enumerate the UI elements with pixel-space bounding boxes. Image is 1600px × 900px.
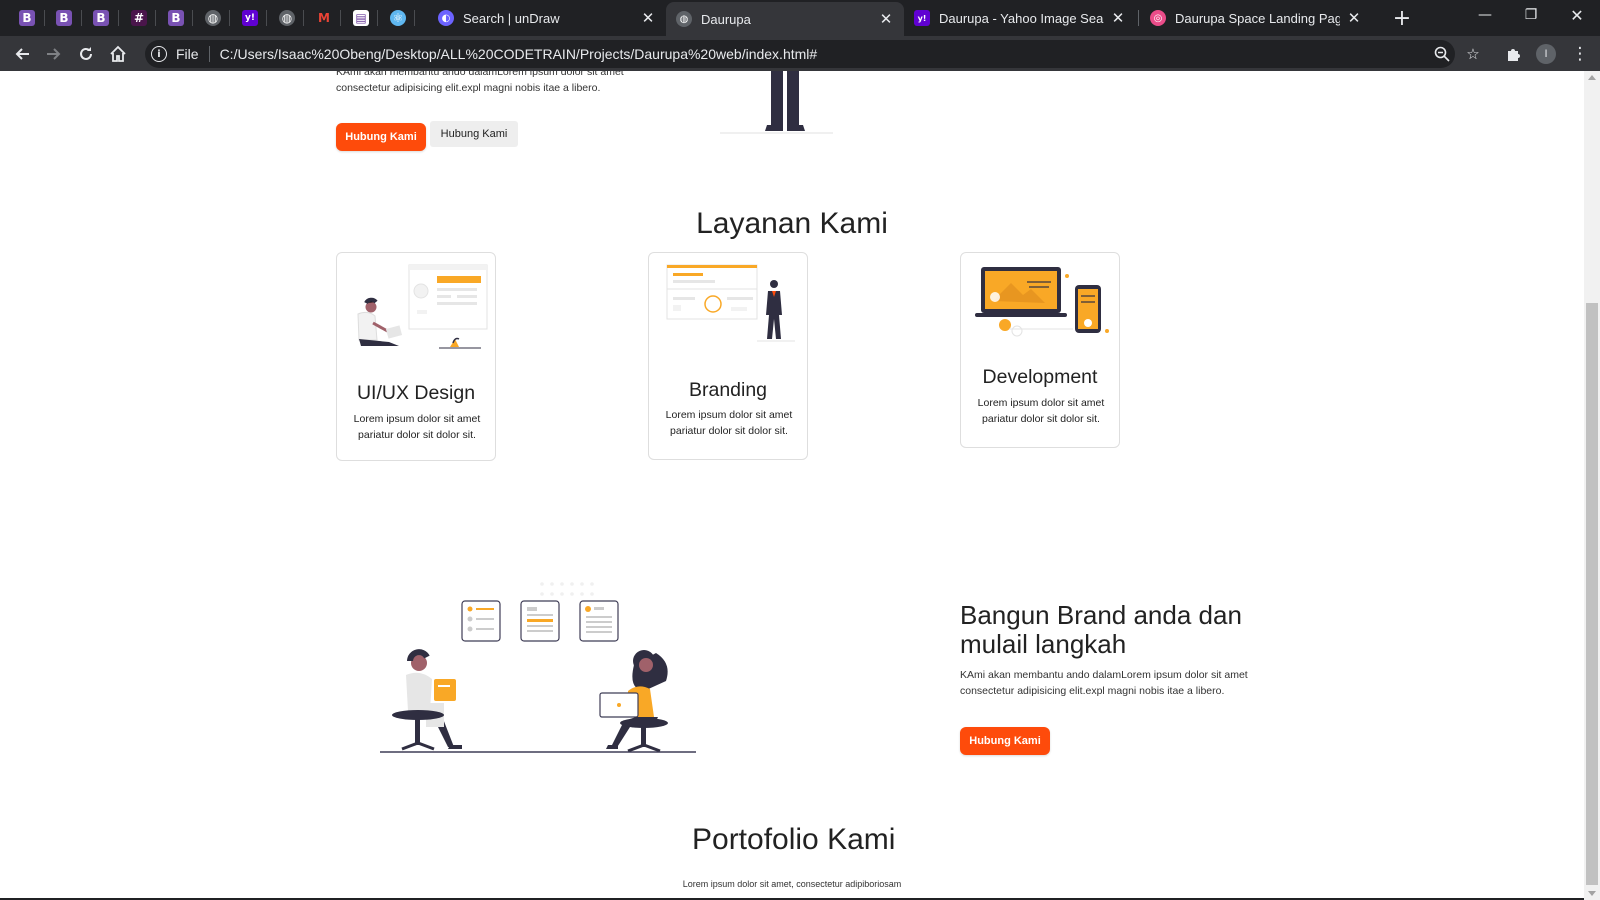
home-icon	[110, 45, 126, 62]
brand-description: KAmi akan membantu ando dalamLorem ipsum…	[960, 669, 1248, 697]
close-window-button[interactable]: ✕	[1554, 0, 1600, 30]
browser-toolbar: i File C:/Users/Isaac%20Obeng/Desktop/AL…	[0, 36, 1600, 71]
tab-title: Daurupa	[701, 11, 751, 27]
pinned-tab-bootstrap-4[interactable]: B	[165, 7, 187, 29]
hero-contact-button[interactable]: Hubung Kami	[336, 123, 426, 151]
menu-kebab-icon[interactable]: ⋮	[1566, 40, 1594, 68]
url-scheme: File	[176, 46, 199, 62]
arrow-right-icon	[47, 48, 61, 60]
arrow-left-icon	[15, 48, 29, 60]
team-meeting-illustration	[380, 582, 696, 753]
page-scrollbar[interactable]	[1584, 71, 1600, 900]
tab-title: Daurupa - Yahoo Image Search R	[939, 10, 1104, 26]
forward-button[interactable]	[40, 40, 68, 68]
service-card-development[interactable]: Development Lorem ipsum dolor sit amet p…	[960, 252, 1120, 448]
pinned-tab-bootstrap-2[interactable]: B	[53, 7, 75, 29]
bookmark-star-icon[interactable]: ☆	[1459, 40, 1487, 68]
yahoo-icon: y!	[242, 10, 258, 26]
tab-yahoo-image-search[interactable]: y! Daurupa - Yahoo Image Search R ✕	[904, 0, 1136, 36]
back-button[interactable]	[8, 40, 36, 68]
hero-description: KAmi akan membantu ando dalamLorem ipsum…	[336, 71, 624, 94]
services-title: Layanan Kami	[696, 207, 888, 240]
yahoo-icon: y!	[914, 10, 930, 26]
development-illustration	[975, 267, 1109, 337]
pinned-tab-bootstrap-3[interactable]: B	[90, 7, 112, 29]
brand-contact-button[interactable]: Hubung Kami	[960, 727, 1050, 755]
zoom-icon[interactable]	[1428, 40, 1456, 68]
pinned-tab-react[interactable]: ⚛	[387, 7, 409, 29]
close-tab-icon[interactable]: ✕	[1110, 9, 1126, 27]
bootstrap-icon: B	[19, 10, 35, 26]
scroll-down-arrow-icon[interactable]	[1588, 891, 1596, 896]
card-title: Branding	[688, 379, 768, 401]
portfolio-subtitle: Lorem ipsum dolor sit amet, consectetur …	[682, 879, 902, 889]
slack-icon: #	[131, 10, 147, 26]
pinned-tab-yahoo[interactable]: y!	[239, 7, 261, 29]
profile-avatar[interactable]: I	[1536, 44, 1556, 64]
card-description: Lorem ipsum dolor sit amet pariatur dolo…	[665, 409, 793, 437]
pinned-tab-bootstrap-1[interactable]: B	[16, 7, 38, 29]
tab-title: Search | unDraw	[463, 10, 560, 26]
close-tab-icon[interactable]: ✕	[1346, 9, 1362, 27]
service-card-uiux[interactable]: UI/UX Design Lorem ipsum dolor sit amet …	[336, 252, 496, 461]
card-title: UI/UX Design	[356, 382, 476, 404]
bootstrap-icon: B	[168, 10, 184, 26]
address-bar[interactable]: i File C:/Users/Isaac%20Obeng/Desktop/AL…	[145, 40, 1455, 68]
card-description: Lorem ipsum dolor sit amet pariatur dolo…	[353, 413, 481, 441]
minimize-button[interactable]: —	[1462, 0, 1508, 30]
close-tab-icon[interactable]: ✕	[640, 9, 656, 27]
new-tab-button[interactable]: +	[1390, 6, 1414, 31]
scrollbar-thumb[interactable]	[1586, 303, 1598, 885]
globe-icon: ◍	[676, 11, 692, 27]
document-icon: ▤	[353, 10, 369, 26]
undraw-icon: ◐	[438, 10, 454, 26]
browser-tab-strip: B B B # B ◍ y! ◍ M ▤ ⚛ ◐ Search | unDraw…	[0, 0, 1600, 36]
info-icon[interactable]: i	[151, 46, 167, 62]
scroll-up-arrow-icon[interactable]	[1588, 75, 1596, 80]
card-title: Development	[982, 366, 1098, 388]
branding-illustration	[666, 264, 795, 342]
restore-button[interactable]: ❐	[1508, 0, 1554, 30]
tab-undraw[interactable]: ◐ Search | unDraw ✕	[428, 0, 666, 36]
pinned-tab-globe-1[interactable]: ◍	[202, 7, 224, 29]
portfolio-title: Portofolio Kami	[692, 823, 896, 856]
pinned-tab-document[interactable]: ▤	[350, 7, 372, 29]
globe-icon: ◍	[279, 10, 295, 26]
gmail-icon: M	[316, 10, 332, 26]
hero-person-illustration	[720, 71, 833, 134]
tab-title: Daurupa Space Landing Page by	[1175, 10, 1340, 26]
url-text[interactable]: C:/Users/Isaac%20Obeng/Desktop/ALL%20COD…	[220, 46, 818, 62]
react-icon: ⚛	[390, 10, 406, 26]
bootstrap-icon: B	[56, 10, 72, 26]
pinned-tab-slack[interactable]: #	[128, 7, 150, 29]
hero-secondary-button[interactable]: Hubung Kami	[430, 121, 518, 147]
dribbble-icon: ◎	[1150, 10, 1166, 26]
close-tab-icon[interactable]: ✕	[878, 10, 894, 28]
reload-icon	[80, 47, 92, 60]
card-description: Lorem ipsum dolor sit amet pariatur dolo…	[977, 397, 1105, 425]
pinned-tab-gmail[interactable]: M	[313, 7, 335, 29]
home-button[interactable]	[104, 40, 132, 68]
uiux-illustration	[357, 264, 488, 349]
globe-icon: ◍	[205, 10, 221, 26]
bootstrap-icon: B	[93, 10, 109, 26]
page-viewport: KAmi akan membantu ando dalamLorem ipsum…	[0, 71, 1584, 900]
service-card-branding[interactable]: Branding Lorem ipsum dolor sit amet pari…	[648, 252, 808, 460]
tab-dribbble[interactable]: ◎ Daurupa Space Landing Page by ✕	[1140, 0, 1372, 36]
reload-button[interactable]	[72, 40, 100, 68]
tab-daurupa[interactable]: ◍ Daurupa ✕	[666, 2, 904, 36]
brand-title: Bangun Brand anda dan mulail langkah	[960, 600, 1242, 659]
pinned-tab-globe-2[interactable]: ◍	[276, 7, 298, 29]
extensions-puzzle-icon[interactable]	[1500, 40, 1528, 68]
